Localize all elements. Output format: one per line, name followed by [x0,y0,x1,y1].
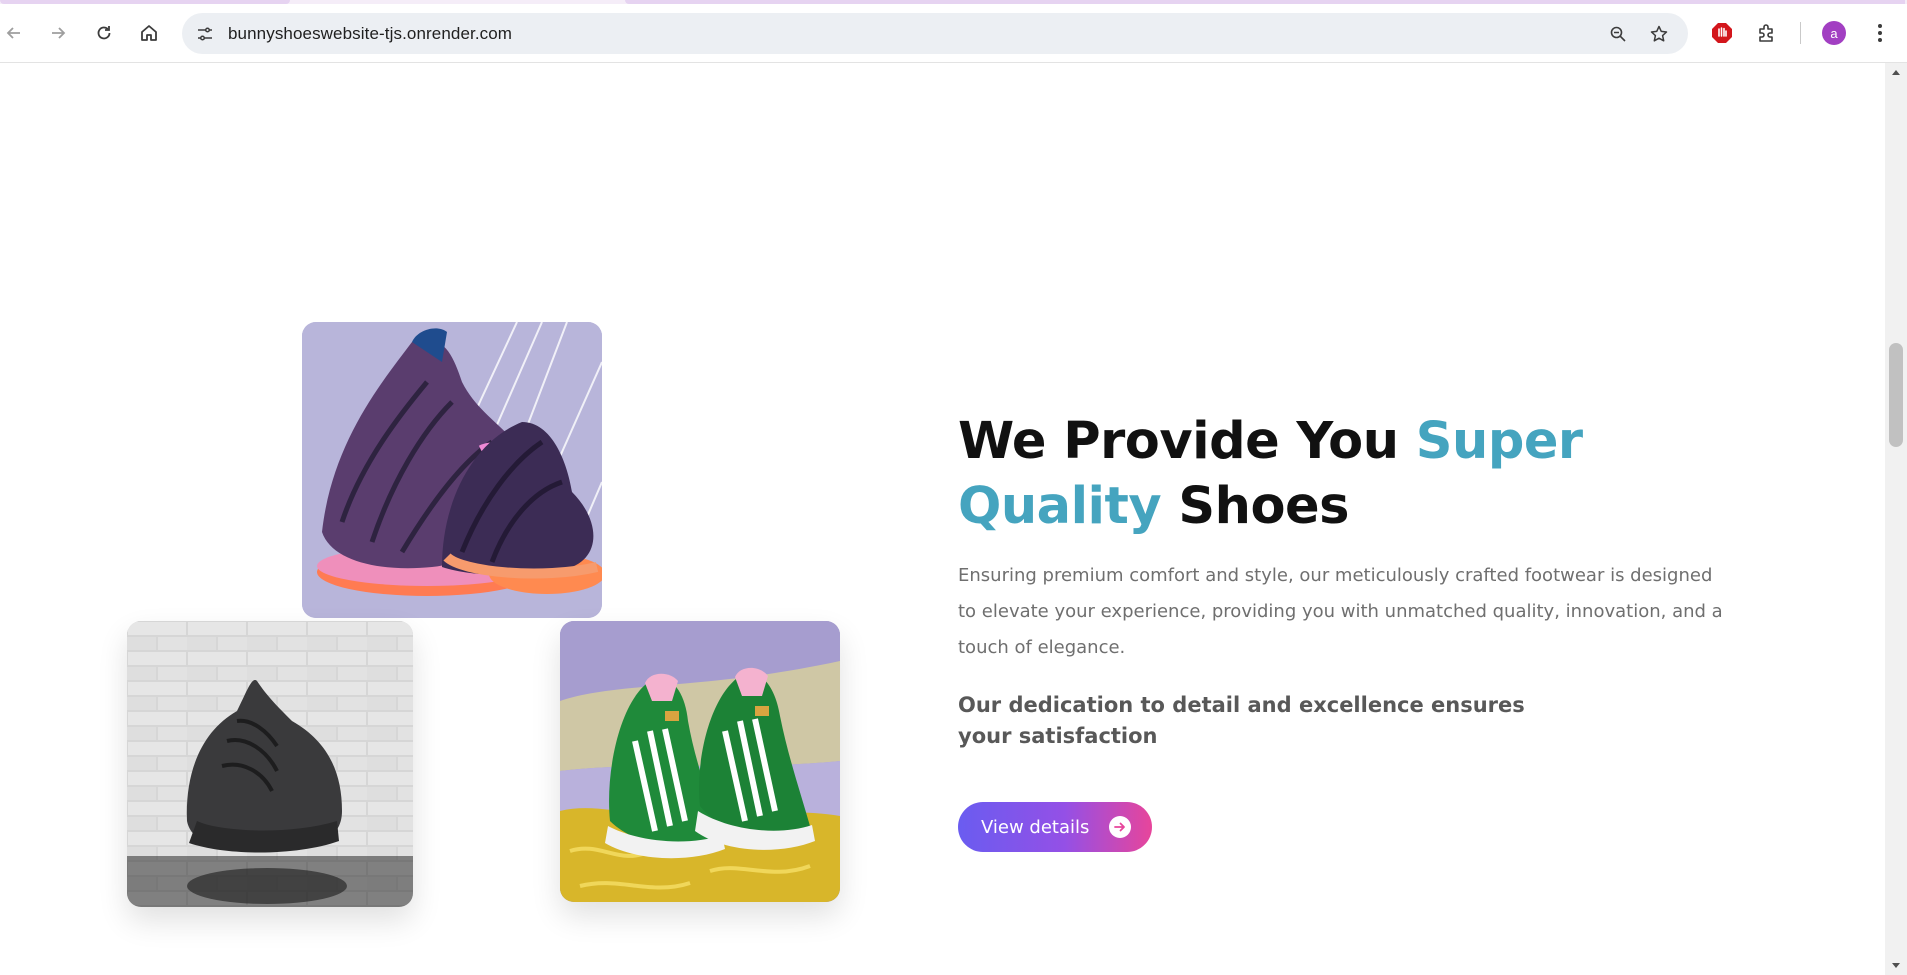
view-details-button[interactable]: View details [958,802,1152,852]
home-button[interactable] [132,16,166,50]
heading-part2: Shoes [1161,477,1349,536]
heading-accent-super: Super [1415,412,1583,471]
url-text[interactable]: bunnyshoeswebsite-tjs.onrender.com [228,24,512,44]
avatar: a [1822,21,1846,45]
section-description: Ensuring premium comfort and style, our … [958,565,1723,658]
stop-sign-icon [1712,23,1732,43]
black-sneaker-illustration [127,621,413,907]
view-details-label: View details [981,816,1090,838]
extension-icon [1759,24,1773,42]
scrollbar-thumb[interactable] [1889,343,1903,447]
address-bar[interactable]: bunnyshoeswebsite-tjs.onrender.com [182,13,1688,54]
arrow-right-icon [52,27,66,39]
section-subheading: Our dedication to detail and excellence … [958,693,1525,748]
kebab-menu-icon [1878,24,1882,42]
arrow-left-icon [6,27,20,39]
purple-sneakers-illustration [302,322,602,618]
forward-button[interactable] [41,16,75,50]
bookmark-button[interactable] [1646,21,1672,47]
heading-accent-quality: Quality [958,477,1162,536]
caret-down-icon [1892,963,1900,968]
zoom-button[interactable] [1605,21,1631,47]
tune-icon [198,27,212,41]
browser-menu-button[interactable] [1863,16,1897,50]
reload-icon [97,26,111,40]
toolbar-separator [1800,22,1801,44]
page-content: We Provide You Super Quality Shoes Ensur… [0,63,1885,975]
green-gazelle-sneakers-image [560,621,840,902]
extensions-button[interactable] [1750,16,1784,50]
scroll-down-arrow[interactable] [1885,957,1907,975]
profile-button[interactable]: a [1817,16,1851,50]
adblock-extension-button[interactable] [1705,16,1739,50]
site-info-button[interactable] [192,21,218,47]
arrow-right-circle-icon [1109,816,1131,838]
purple-knit-sneakers-image [302,322,602,618]
browser-toolbar: bunnyshoeswebsite-tjs.onrender.com a [0,4,1907,63]
black-chunky-sneaker-image [127,621,413,907]
zoom-icon [1610,26,1626,42]
heading-part1: We Provide You [958,412,1416,471]
home-icon [141,25,157,41]
caret-up-icon [1892,70,1900,75]
section-heading: We Provide You Super Quality Shoes [958,409,1658,539]
scroll-up-arrow[interactable] [1885,63,1907,81]
star-icon [1650,25,1668,42]
back-button[interactable] [0,16,31,50]
green-sneakers-illustration [560,621,840,902]
reload-button[interactable] [87,16,121,50]
page-scrollbar[interactable] [1885,63,1907,975]
